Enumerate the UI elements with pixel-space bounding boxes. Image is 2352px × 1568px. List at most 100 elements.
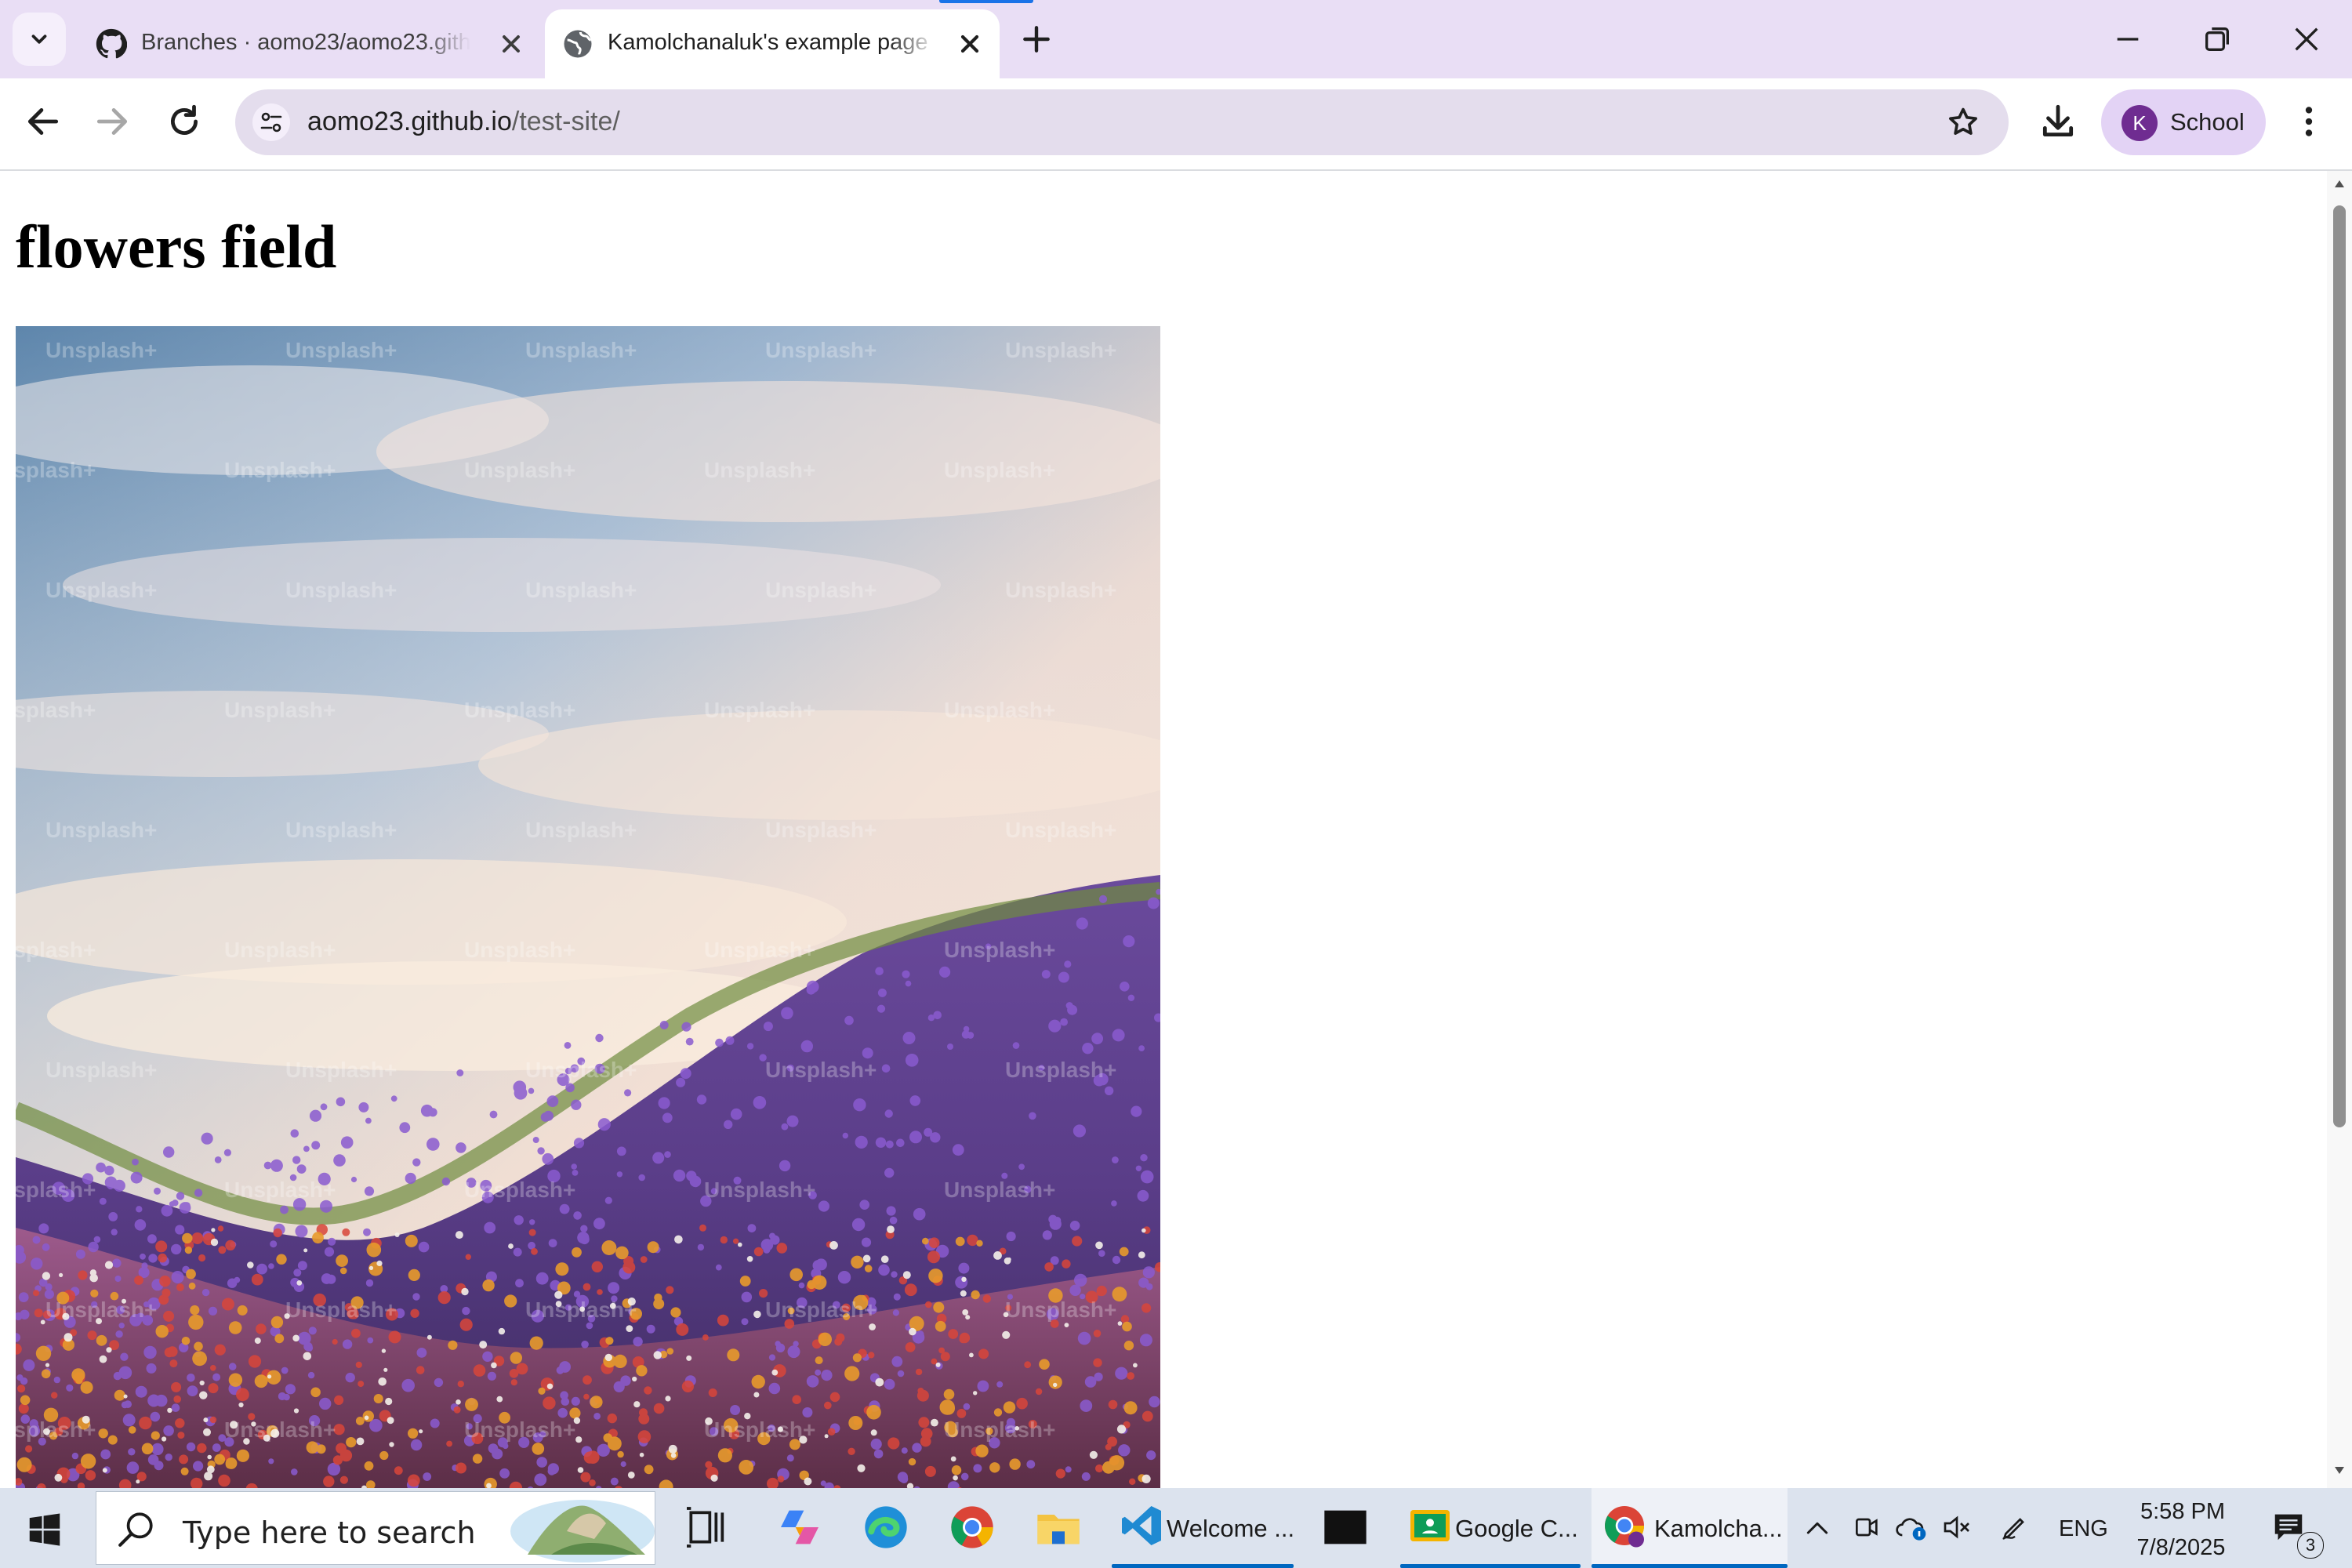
flower-dot — [165, 1454, 172, 1461]
close-icon[interactable] — [497, 30, 525, 58]
vertical-scrollbar[interactable] — [2327, 171, 2352, 1488]
flower-dot — [366, 1242, 382, 1258]
tune-icon — [260, 112, 282, 132]
site-info-button[interactable] — [252, 103, 290, 141]
reload-icon[interactable] — [165, 102, 204, 141]
restore-icon[interactable] — [2201, 24, 2233, 55]
flower-dot — [186, 1442, 196, 1452]
flower-dot — [899, 1475, 909, 1484]
windows-start-icon[interactable] — [28, 1513, 61, 1546]
tab-example-page[interactable]: Kamolchanaluk's example page — [545, 9, 1000, 78]
flower-dot — [280, 1205, 289, 1214]
flower-dot — [270, 1240, 278, 1248]
taskbar-app-google-classroom[interactable]: Google C... — [1400, 1488, 1581, 1568]
flower-dot — [139, 1416, 152, 1430]
flower-dot — [674, 1235, 683, 1244]
watermark-text: Unsplash+ — [1005, 1298, 1116, 1322]
search-highlight-illustration-icon[interactable] — [504, 1492, 655, 1564]
flower-dot — [362, 1410, 374, 1422]
onedrive-icon[interactable] — [1894, 1512, 1929, 1543]
flower-dot — [212, 1373, 221, 1381]
terminal-icon[interactable] — [1320, 1502, 1370, 1552]
copilot-icon[interactable] — [775, 1502, 825, 1552]
taskbar-app-chrome[interactable]: Kamolcha... — [1592, 1488, 1788, 1568]
flower-dot — [933, 1301, 945, 1313]
flower-dot — [324, 1247, 335, 1257]
flower-dot — [842, 1132, 849, 1139]
flower-dot — [363, 1228, 371, 1236]
flower-dot — [697, 1243, 705, 1251]
flower-dot — [207, 1454, 212, 1460]
taskbar-app-vscode[interactable]: Welcome ... — [1112, 1488, 1294, 1568]
profile-button[interactable]: K School — [2101, 89, 2266, 155]
pen-icon[interactable] — [1999, 1512, 2031, 1543]
flower-dot — [747, 1224, 757, 1232]
clock-date[interactable]: 7/8/2025 — [2134, 1535, 2228, 1561]
tab-github-branches[interactable]: Branches · aomo23/aomo23.github.io — [78, 9, 541, 78]
flower-dot — [689, 1175, 702, 1188]
flower-dot — [312, 1232, 324, 1244]
flower-dot — [251, 1273, 263, 1286]
taskbar-app-label: Google C... — [1455, 1515, 1578, 1542]
watermark-text: Unsplash+ — [45, 578, 157, 602]
flower-dot — [188, 1282, 196, 1290]
more-vertical-icon[interactable] — [2289, 102, 2328, 141]
flower-dot — [1120, 982, 1130, 992]
task-view-icon[interactable] — [681, 1502, 731, 1552]
flower-dot — [605, 1337, 614, 1345]
bookmark-star-icon[interactable] — [1946, 105, 1980, 140]
window-close-icon[interactable] — [2291, 24, 2322, 55]
flower-dot — [339, 1449, 353, 1462]
volume-muted-icon[interactable] — [1941, 1512, 1973, 1543]
url-text[interactable]: aomo23.github.io/test-site/ — [307, 107, 620, 137]
close-icon[interactable] — [956, 30, 984, 58]
flower-dot — [528, 1229, 536, 1236]
flower-dot — [920, 1436, 931, 1447]
flower-dot — [943, 1388, 955, 1400]
flower-dot — [346, 1437, 357, 1448]
flower-dot — [593, 1218, 605, 1230]
flower-dot — [666, 1286, 674, 1294]
chrome-icon[interactable] — [947, 1502, 997, 1552]
flower-dot — [388, 1330, 401, 1344]
flower-dot — [100, 1449, 111, 1460]
flower-dot — [1006, 1231, 1016, 1242]
flower-dot — [924, 1465, 936, 1477]
taskbar-search-box[interactable]: Type here to search — [96, 1491, 655, 1565]
clock-time[interactable]: 5:58 PM — [2140, 1499, 2225, 1525]
download-icon[interactable] — [2038, 102, 2078, 141]
flower-dot — [385, 1397, 393, 1406]
scroll-down-arrow-icon[interactable] — [2333, 1465, 2346, 1475]
browser-toolbar: aomo23.github.io/test-site/ K School — [0, 78, 2352, 171]
forward-arrow-icon[interactable] — [93, 102, 132, 141]
flower-dot — [126, 1461, 140, 1474]
flower-dot — [198, 1254, 206, 1262]
new-tab-plus-icon[interactable] — [1019, 22, 1054, 56]
back-arrow-icon[interactable] — [24, 102, 63, 141]
chevron-up-icon[interactable] — [1802, 1513, 1833, 1544]
flower-dot — [428, 1108, 437, 1117]
flower-dot — [356, 1437, 365, 1446]
flower-dot — [45, 1363, 50, 1367]
file-explorer-icon[interactable] — [1033, 1502, 1083, 1552]
watermark-text: Unsplash+ — [285, 1298, 397, 1322]
scrollbar-thumb[interactable] — [2333, 205, 2346, 1127]
flower-dot — [1055, 1468, 1065, 1479]
flower-dot — [1089, 1450, 1098, 1459]
tab-search-button[interactable] — [13, 13, 66, 66]
flower-dot — [1093, 1330, 1102, 1338]
flower-dot — [658, 1097, 670, 1109]
flower-dot — [122, 1414, 136, 1427]
flower-dot — [905, 980, 912, 987]
language-indicator[interactable]: ENG — [2059, 1516, 2108, 1542]
address-bar[interactable]: aomo23.github.io/test-site/ — [235, 89, 2009, 155]
scroll-up-arrow-icon[interactable] — [2333, 179, 2346, 190]
edge-icon[interactable] — [861, 1502, 911, 1552]
flower-dot — [256, 1323, 267, 1334]
flower-dot — [135, 1385, 147, 1398]
meet-now-icon[interactable] — [1850, 1512, 1882, 1543]
flower-dot — [64, 1333, 73, 1342]
flower-dot — [892, 1309, 899, 1316]
minimize-icon[interactable] — [2112, 24, 2143, 55]
flower-dot — [96, 1334, 107, 1346]
